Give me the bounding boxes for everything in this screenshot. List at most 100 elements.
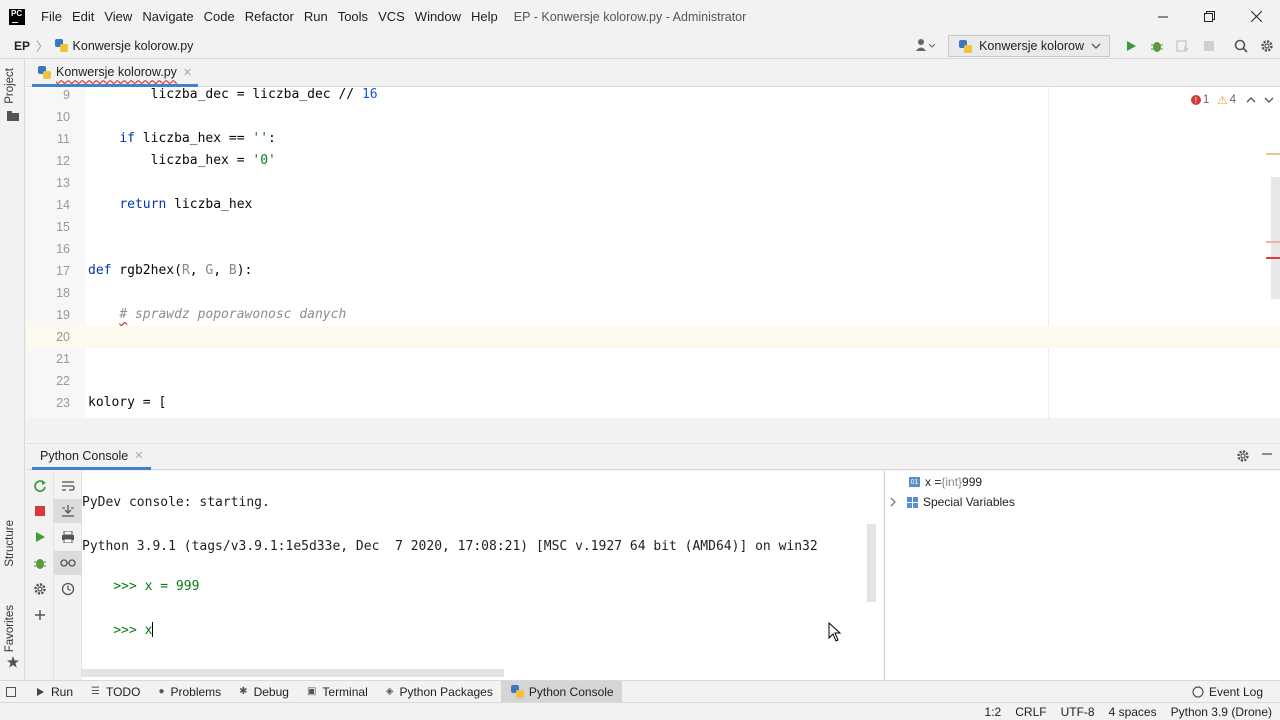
warning-count: 4 [1229, 94, 1236, 106]
menu-refactor[interactable]: Refactor [240, 9, 299, 24]
code-line-12[interactable]: 12 liczba_hex = '0' [26, 150, 1048, 172]
layout-toggle-icon[interactable] [6, 686, 16, 697]
tool-problems[interactable]: ● Problems [148, 681, 229, 703]
console-line-input-2[interactable]: >>> x [82, 604, 154, 658]
scroll-to-end-button[interactable] [54, 499, 82, 523]
debug-button[interactable] [1144, 33, 1170, 59]
star-icon [7, 656, 19, 668]
menu-view[interactable]: View [99, 9, 137, 24]
special-variables-node[interactable]: Special Variables [889, 492, 1015, 512]
code-line-18[interactable]: 18 [26, 282, 1048, 304]
code-line-19[interactable]: 19 # sprawdz poporawonosc danych [26, 304, 1048, 326]
console-settings-button[interactable] [26, 577, 54, 601]
code-line-11[interactable]: 11 if liczba_hex == '': [26, 128, 1048, 150]
coverage-button[interactable] [1170, 33, 1196, 59]
chevron-down-icon[interactable] [1264, 96, 1274, 104]
structure-tool-tab[interactable]: Structure [4, 520, 16, 567]
new-console-button[interactable] [26, 603, 54, 627]
menu-window[interactable]: Window [410, 9, 466, 24]
debug-console-button[interactable] [26, 551, 54, 575]
packages-icon: ◈ [385, 686, 394, 697]
tool-python-console[interactable]: Python Console [500, 680, 622, 703]
history-button[interactable] [54, 577, 82, 601]
code-line-13[interactable]: 13 [26, 172, 1048, 194]
tool-python-packages[interactable]: ◈ Python Packages [376, 681, 501, 703]
stop-button[interactable] [1196, 33, 1222, 59]
close-tab-icon[interactable]: ✕ [134, 449, 143, 462]
console-horizontal-scrollbar[interactable] [82, 669, 504, 677]
restore-button[interactable] [1186, 0, 1233, 33]
python-interpreter[interactable]: Python 3.9 (Drone) [1171, 705, 1272, 719]
scroll-to-end-icon [62, 505, 74, 517]
hide-panel-button[interactable] [1261, 447, 1273, 463]
console-settings-button[interactable] [1236, 449, 1250, 466]
tool-run[interactable]: Run [26, 681, 81, 703]
code-line-20-current[interactable]: 20 [26, 326, 1280, 348]
tool-debug-label: Debug [253, 684, 289, 699]
editor-scrollbar[interactable] [1271, 177, 1280, 299]
console-input-current[interactable]: x [145, 623, 153, 638]
soft-wrap-button[interactable] [54, 474, 82, 498]
code-line-16[interactable]: 16 [26, 238, 1048, 260]
indent-setting[interactable]: 4 spaces [1109, 705, 1157, 719]
menu-edit[interactable]: Edit [67, 9, 99, 24]
code-line-17[interactable]: 17 def rgb2hex(R, G, B): [26, 260, 1048, 282]
structure-tool-label: Structure [4, 520, 16, 567]
tool-terminal[interactable]: ▣ Terminal [297, 681, 376, 703]
stop-console-button[interactable] [26, 499, 54, 523]
inspection-widget[interactable]: ! 1 ⚠ 4 [1190, 93, 1274, 107]
minimize-button[interactable] [1139, 0, 1186, 33]
run-configuration-select[interactable]: Konwersje kolorow [948, 35, 1110, 57]
menu-run[interactable]: Run [299, 9, 333, 24]
tab-konwersje-kolorow[interactable]: Konwersje kolorow.py ✕ [32, 60, 199, 87]
breadcrumb-project[interactable]: EP [14, 39, 30, 53]
menu-navigate[interactable]: Navigate [137, 9, 198, 24]
code-line-21[interactable]: 21 [26, 348, 1048, 370]
show-variables-button[interactable] [54, 551, 82, 575]
rerun-button[interactable] [26, 474, 54, 498]
code-line-15[interactable]: 15 [26, 216, 1048, 238]
panel-splitter[interactable] [26, 418, 1280, 444]
code-line-14[interactable]: 14 return liczba_hex [26, 194, 1048, 216]
favorites-tool-tab[interactable]: Favorites [4, 605, 16, 652]
close-window-button[interactable] [1233, 0, 1280, 33]
menu-vcs[interactable]: VCS [373, 9, 410, 24]
close-tab-icon[interactable]: ✕ [183, 66, 192, 79]
menu-tools[interactable]: Tools [333, 9, 373, 24]
event-log-button[interactable]: Event Log [1192, 681, 1263, 703]
settings-button[interactable] [1254, 33, 1280, 59]
line-number: 19 [56, 308, 70, 322]
menu-help[interactable]: Help [466, 9, 503, 24]
print-button[interactable] [54, 525, 82, 549]
breadcrumb-file[interactable]: Konwersje kolorow.py [54, 38, 194, 53]
error-marker[interactable] [1266, 241, 1280, 243]
tool-python-packages-label: Python Packages [399, 684, 493, 699]
tool-todo[interactable]: ☰ TODO [81, 681, 148, 703]
project-tool-tab[interactable]: Project [4, 68, 16, 104]
chevron-right-icon[interactable] [889, 497, 897, 507]
code-line-9[interactable]: 9 liczba_dec = liczba_dec // 16 [26, 87, 1048, 106]
warning-marker[interactable] [1266, 153, 1280, 155]
tool-debug[interactable]: ✱ Debug [229, 681, 297, 703]
variable-x[interactable]: 01 x = {int} 999 [909, 472, 982, 492]
search-everywhere-button[interactable] [1228, 33, 1254, 59]
code-line-23[interactable]: 23 kolory = [ [26, 392, 1048, 414]
python-file-icon [38, 65, 51, 79]
breadcrumb-file-label: Konwersje kolorow.py [72, 38, 194, 53]
user-icon[interactable] [912, 38, 938, 55]
file-encoding[interactable]: UTF-8 [1061, 705, 1095, 719]
caret-position[interactable]: 1:2 [985, 705, 1002, 719]
menu-code[interactable]: Code [199, 9, 240, 24]
code-editor[interactable]: 9 liczba_dec = liczba_dec // 16 10 11 if… [26, 87, 1280, 418]
error-marker[interactable] [1266, 257, 1280, 259]
line-separator[interactable]: CRLF [1015, 705, 1046, 719]
tab-python-console[interactable]: Python Console ✕ [32, 444, 152, 470]
run-button[interactable] [1118, 33, 1144, 59]
code-line-22[interactable]: 22 [26, 370, 1048, 392]
menu-file[interactable]: File [36, 9, 67, 24]
console-vertical-scrollbar[interactable] [867, 524, 876, 602]
chevron-up-icon[interactable] [1246, 96, 1256, 104]
code-line-10[interactable]: 10 [26, 106, 1048, 128]
execute-button[interactable] [26, 525, 54, 549]
console-output[interactable]: PyDev console: starting. Python 3.9.1 (t… [82, 471, 883, 680]
